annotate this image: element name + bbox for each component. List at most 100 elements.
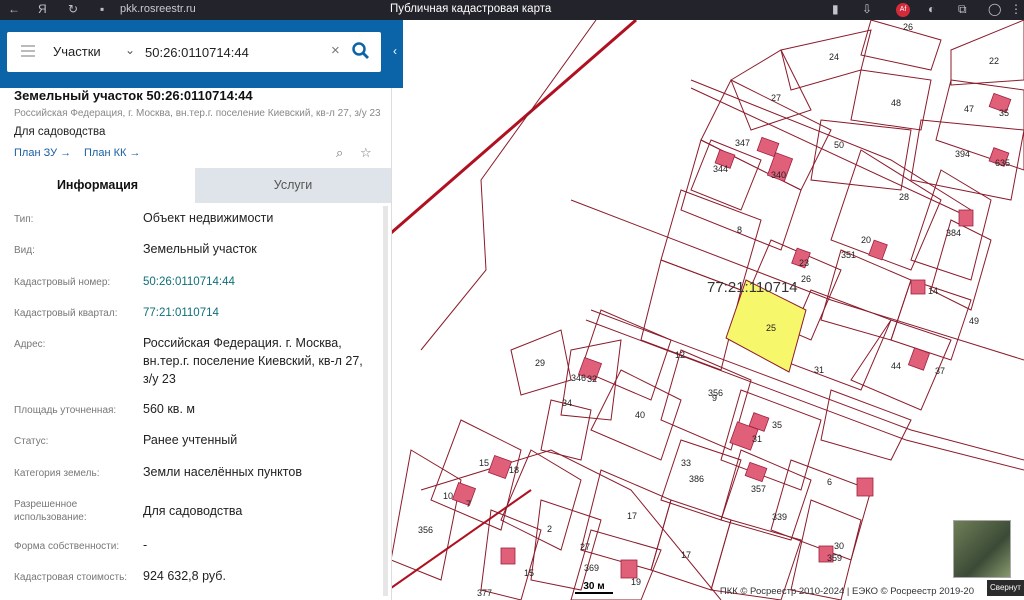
parcel-number: 28 — [899, 192, 909, 202]
info-panel: Участки ⌄ × Земельный участок 50:26:0110… — [0, 20, 392, 600]
parcel-number: 9 — [712, 393, 717, 403]
parcel-number: 2 — [547, 524, 552, 534]
search-bar: Участки ⌄ × — [0, 20, 391, 88]
parcel-number: 18 — [509, 465, 519, 475]
cadastral-number-link[interactable]: 50:26:0110714:44 — [143, 273, 375, 291]
parcel-number: 15 — [479, 458, 489, 468]
parcel-number: 340 — [771, 170, 786, 180]
parcel-number: 346 — [571, 373, 586, 383]
parcel-number: 40 — [635, 410, 645, 420]
parcel-number: 344 — [713, 164, 728, 174]
extensions-icon[interactable]: ⧉ — [958, 2, 967, 17]
parcel-number: 357 — [751, 484, 766, 494]
detail-label: Адрес: — [14, 339, 46, 350]
parcel-number: 35 — [772, 420, 782, 430]
favorite-star-icon[interactable]: ☆ — [360, 145, 372, 161]
map-canvas[interactable]: 2624 22482747 35347 50394635344340288203842… — [391, 20, 1024, 600]
parcel-number: 27 — [771, 93, 781, 103]
parcel-number: 19 — [631, 577, 641, 587]
menu-icon[interactable]: ⋮ — [1010, 2, 1022, 16]
plan-kk-link[interactable]: План КК → — [84, 147, 140, 159]
yandex-icon[interactable]: Я — [38, 2, 47, 16]
page-title: Публичная кадастровая карта — [390, 3, 552, 15]
search-type-select[interactable]: Участки — [53, 44, 101, 59]
parcel-number: 44 — [891, 361, 901, 371]
list-icon[interactable] — [21, 45, 35, 57]
detail-value: Ранее учтенный — [143, 433, 238, 447]
parcel-number: 50 — [834, 140, 844, 150]
search-box: Участки ⌄ × — [7, 32, 381, 72]
parcel-number: 347 — [735, 138, 750, 148]
parcel-number: 10 — [443, 491, 453, 501]
profile-icon[interactable]: ◯ — [988, 2, 1001, 16]
parcel-number: 369 — [584, 563, 599, 573]
chevron-down-icon[interactable]: ⌄ — [125, 43, 135, 57]
cadastral-map[interactable]: 26 24 22 48 27 47 35 347 50 394 635 344 340 28 8 20 384 2… — [391, 20, 1024, 600]
tabs: Информация Услуги — [0, 168, 391, 203]
search-input[interactable] — [145, 42, 325, 62]
reload-icon[interactable]: ↻ — [68, 2, 78, 16]
detail-value: Земельный участок — [143, 242, 257, 256]
parcel-number: 14 — [928, 286, 938, 296]
chevron-left-icon[interactable]: ‹ — [393, 44, 397, 58]
panel-toggle[interactable]: ‹ — [391, 20, 403, 88]
tab-services[interactable]: Услуги — [195, 168, 391, 203]
address-bar[interactable]: pkk.rosreestr.ru — [120, 3, 196, 15]
parcel-number: 20 — [861, 235, 871, 245]
scale-bar: 30 м — [575, 581, 613, 594]
parcel-number: 25 — [766, 323, 776, 333]
cadastral-quarter-link[interactable]: 77:21:0110714 — [143, 304, 375, 322]
parcel-number: 49 — [969, 316, 979, 326]
parcel-number: 359 — [827, 553, 842, 563]
detail-label: Разрешенное использование: — [14, 499, 87, 523]
detail-value: Земли населённых пунктов — [143, 465, 302, 479]
object-use: Для садоводства — [14, 126, 106, 138]
satellite-minimap[interactable] — [953, 520, 1011, 578]
detail-label: Площадь уточненная: — [14, 405, 117, 416]
parcel-number: 386 — [689, 474, 704, 484]
quarter-label: 77:21:110714 — [707, 279, 798, 296]
parcel-number: 30 — [834, 541, 844, 551]
scrollbar[interactable] — [383, 206, 388, 596]
parcel-number: 384 — [946, 228, 961, 238]
detail-value: 560 кв. м — [143, 402, 195, 416]
parcel-number: 26 — [801, 274, 811, 284]
parcel-number: 26 — [903, 22, 913, 32]
back-icon[interactable]: ← — [8, 2, 20, 16]
detail-label: Статус: — [14, 436, 49, 447]
detail-label: Тип: — [14, 214, 34, 225]
object-title: Земельный участок 50:26:0110714:44 — [14, 88, 253, 103]
parcel-number: 12 — [675, 350, 685, 360]
parcel-number: 23 — [799, 258, 809, 268]
parcel-number: 33 — [681, 458, 691, 468]
browser-toolbar: ← Я ↻ ▪ pkk.rosreestr.ru Публичная кадас… — [0, 0, 1024, 20]
parcel-number: 34 — [562, 398, 572, 408]
parcel-number: 351 — [841, 250, 856, 260]
detail-label: Кадастровый номер: — [14, 277, 111, 288]
collapse-button[interactable]: Свернут — [987, 580, 1024, 596]
download-icon[interactable]: ⇩ — [862, 2, 872, 16]
parcel-number: 35 — [999, 108, 1009, 118]
parcel-number: 24 — [829, 52, 839, 62]
parcel-number: 32 — [587, 374, 597, 384]
parcel-number: 31 — [752, 434, 762, 444]
detail-label: Вид: — [14, 245, 35, 256]
find-on-map-icon[interactable]: ⌕ — [336, 145, 343, 161]
detail-label: Форма собственности: — [14, 541, 120, 552]
parcel-number: 31 — [814, 365, 824, 375]
settings-icon[interactable]: ◐ — [928, 2, 935, 16]
detail-value: Объект недвижимости — [143, 211, 274, 225]
plan-zu-link[interactable]: План ЗУ → — [14, 147, 71, 159]
detail-value: - — [143, 538, 148, 552]
parcel-number: 377 — [477, 588, 492, 598]
attribution: ПКК © Росреестр 2010-2024 | ЕЭКО © Росре… — [719, 586, 974, 597]
clear-icon[interactable]: × — [331, 42, 340, 59]
tab-info[interactable]: Информация — [0, 168, 195, 203]
parcel-number: 15 — [524, 568, 534, 578]
search-icon[interactable] — [351, 41, 371, 61]
extension-badge[interactable]: Af — [896, 3, 910, 17]
lock-icon: ▪ — [100, 2, 105, 16]
parcel-number: 635 — [995, 158, 1010, 168]
detail-value: 924 632,8 руб. — [143, 569, 226, 583]
bookmark-icon[interactable]: ▮ — [832, 2, 839, 16]
